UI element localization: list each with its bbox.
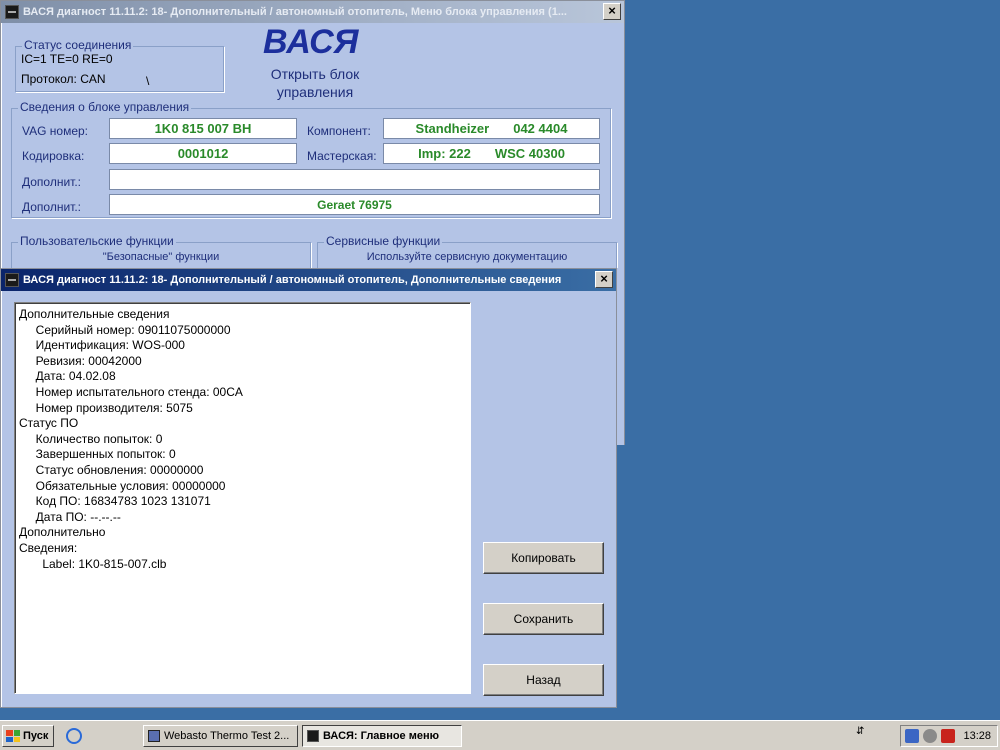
info-line: Статус обновления: 00000000 [19, 462, 204, 477]
main-window-titlebar[interactable]: ВАСЯ диагност 11.11.2: 18- Дополнительны… [1, 1, 624, 23]
service-functions-note: Используйте сервисную документацию [366, 251, 568, 263]
dialog-app-icon [5, 273, 19, 287]
extra2-field: Geraet 76975 [109, 194, 600, 215]
taskbar-item-vasya[interactable]: ВАСЯ: Главное меню [302, 725, 462, 747]
workshop-label: Мастерская: [307, 149, 377, 163]
main-window-right-edge [617, 268, 625, 445]
vag-number-field: 1K0 815 007 BH [109, 118, 297, 139]
coding-field: 0001012 [109, 143, 297, 164]
workshop-field: Imp: 222 WSC 40300 [383, 143, 600, 164]
info-line: Ревизия: 00042000 [19, 353, 142, 368]
connection-status-text: IC=1 TE=0 RE=0 [21, 52, 113, 66]
main-window-title: ВАСЯ диагност 11.11.2: 18- Дополнительны… [23, 6, 567, 18]
user-functions-note: "Безопасные" функции [102, 251, 220, 263]
extra2-value: Geraet 76975 [317, 197, 392, 212]
unit-info-legend: Сведения о блоке управления [18, 100, 192, 114]
main-window-close-button[interactable]: × [603, 3, 621, 20]
clock[interactable]: 13:28 [963, 730, 991, 742]
info-line: Обязательные условия: 00000000 [19, 478, 226, 493]
info-line: Код ПО: 16834783 1023 131071 [19, 494, 211, 509]
info-line: Количество попыток: 0 [19, 431, 163, 446]
taskbar-item-webasto-label: Webasto Thermo Test 2... [164, 730, 290, 742]
windows-logo-icon [6, 730, 20, 742]
extra1-field [109, 169, 600, 190]
component-label: Компонент: [307, 124, 371, 138]
quick-launch-ie-icon[interactable] [66, 728, 82, 744]
workshop-imp: Imp: 222 [418, 146, 471, 161]
extra2-label: Дополнит.: [22, 200, 82, 214]
coding-value: 0001012 [177, 146, 229, 161]
extra1-label: Дополнит.: [22, 175, 82, 189]
system-tray: 13:28 [900, 725, 998, 747]
network-error-icon[interactable] [905, 729, 920, 743]
activity-spinner: \ [146, 74, 150, 88]
coding-label: Кодировка: [22, 149, 85, 163]
info-line: Номер производителя: 5075 [19, 400, 193, 415]
protocol-text: Протокол: CAN [21, 72, 106, 86]
vag-number-value: 1K0 815 007 BH [154, 121, 252, 136]
dialog-close-button[interactable]: × [595, 271, 613, 288]
info-line: Завершенных попыток: 0 [19, 447, 176, 462]
copy-button[interactable]: Копировать [483, 542, 604, 574]
start-button[interactable]: Пуск [2, 725, 54, 747]
info-line: Дата ПО: --.--.-- [19, 509, 121, 524]
additional-info-textbox[interactable]: Дополнительные сведения Серийный номер: … [14, 302, 471, 694]
adobe-icon[interactable] [941, 729, 956, 743]
vasya-app-icon [307, 730, 319, 742]
vag-number-label: VAG номер: [22, 124, 89, 138]
app-icon [5, 5, 19, 19]
info-line: Сведения: [19, 540, 78, 555]
info-line: Серийный номер: 09011075000000 [19, 322, 231, 337]
connection-status-group: Статус соединения IC=1 TE=0 RE=0 Протоко… [15, 38, 224, 92]
dialog-title: ВАСЯ диагност 11.11.2: 18- Дополнительны… [23, 274, 562, 286]
component-field: Standheizer 042 4404 [383, 118, 600, 139]
brand-title: ВАСЯ [263, 23, 359, 61]
info-line: Label: 1K0-815-007.clb [19, 556, 167, 571]
info-line: Статус ПО [19, 416, 79, 431]
info-line: Дополнительно [19, 525, 106, 540]
back-button[interactable]: Назад [483, 664, 604, 696]
info-line: Дополнительные сведения [19, 307, 170, 321]
save-button[interactable]: Сохранить [483, 603, 604, 635]
webasto-app-icon [148, 730, 160, 742]
dialog-titlebar[interactable]: ВАСЯ диагност 11.11.2: 18- Дополнительны… [1, 269, 616, 291]
workshop-wsc: WSC 40300 [494, 146, 565, 161]
language-icon[interactable]: ⇵ [856, 727, 864, 737]
start-label: Пуск [23, 730, 49, 742]
screen-subtitle-line1: Открыть блок [270, 66, 360, 82]
component-number: 042 4404 [513, 121, 568, 136]
screen-subtitle-line2: управления [276, 84, 354, 100]
component-name: Standheizer [415, 121, 490, 136]
taskbar: Пуск Webasto Thermo Test 2... ВАСЯ: Глав… [0, 720, 1000, 750]
user-functions-legend: Пользовательские функции [18, 234, 176, 248]
info-line: Номер испытательного стенда: 00CA [19, 384, 243, 399]
info-lines: Дополнительные сведения Серийный номер: … [19, 307, 466, 572]
volume-icon[interactable] [923, 729, 938, 743]
info-line: Идентификация: WOS-000 [19, 338, 185, 353]
taskbar-item-vasya-label: ВАСЯ: Главное меню [323, 730, 440, 742]
connection-status-legend: Статус соединения [22, 38, 134, 52]
taskbar-item-webasto[interactable]: Webasto Thermo Test 2... [143, 725, 298, 747]
info-line: Дата: 04.02.08 [19, 369, 116, 384]
service-functions-legend: Сервисные функции [324, 234, 443, 248]
